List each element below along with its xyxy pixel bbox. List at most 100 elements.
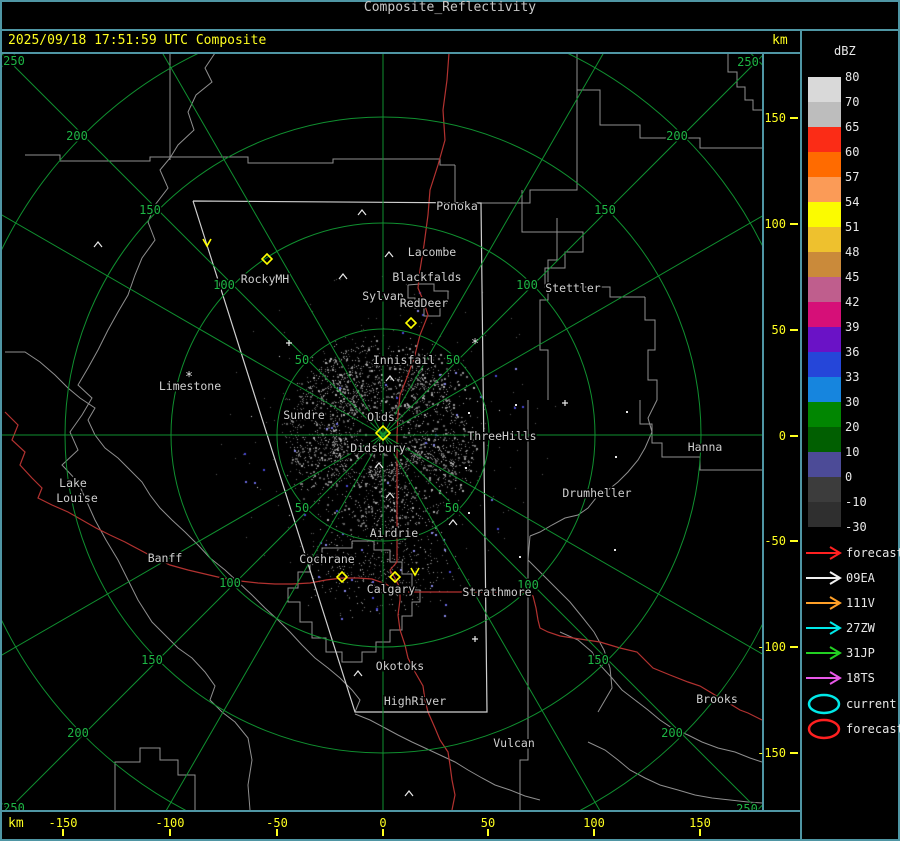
azimuth-spoke <box>162 54 384 436</box>
city-label: Sylvan <box>362 289 404 303</box>
caret-marker <box>374 462 384 469</box>
colorbar-level-label: 80 <box>845 70 860 84</box>
bottom-axis-tick-label: -150 <box>48 816 78 830</box>
city-label: Drumheller <box>562 486 631 500</box>
plus-marker <box>562 400 568 406</box>
right-axis-tick-label: 0 <box>778 429 786 443</box>
colorbar-level-label: 45 <box>845 270 860 284</box>
asterisk-marker: * <box>471 337 479 352</box>
colorbar-swatch <box>808 102 841 127</box>
colorbar-level-label: -10 <box>845 495 867 509</box>
panel-divider <box>800 29 802 841</box>
range-ring-label: 200 <box>661 726 683 740</box>
range-ring-label: 150 <box>141 653 163 667</box>
county-boundary-line <box>454 54 578 204</box>
range-ring-label: 100 <box>213 278 235 292</box>
colorbar-swatch <box>808 252 841 277</box>
caret-marker <box>357 209 367 216</box>
colorbar-level-label: 57 <box>845 170 860 184</box>
dot-marker <box>465 467 467 469</box>
right-axis-tick <box>790 540 798 542</box>
bottom-axis-tick-label: -50 <box>266 816 288 830</box>
city-label: ThreeHills <box>467 429 536 443</box>
city-label: Hanna <box>688 440 723 454</box>
colorbar-swatch <box>808 202 841 227</box>
city-label: Blackfalds <box>392 270 461 284</box>
bottom-axis-tick <box>382 829 384 836</box>
bottom-axis-tick <box>62 829 64 836</box>
storm-cell-check-marker <box>202 238 212 248</box>
right-axis-tick <box>790 646 798 648</box>
colorbar-level-label: 70 <box>845 95 860 109</box>
colorbar-swatch <box>808 277 841 302</box>
timestamp-label: 2025/09/18 17:51:59 UTC Composite <box>8 33 267 48</box>
colorbar-level-label: 0 <box>845 470 853 484</box>
azimuth-spoke <box>382 434 762 655</box>
caret-marker <box>385 375 395 382</box>
legend-item-label: current <box>846 697 897 711</box>
dot-marker <box>626 411 628 413</box>
colorbar-level-label: 60 <box>845 145 860 159</box>
dot-marker <box>615 456 617 458</box>
dot-marker <box>468 512 470 514</box>
legend-arrow-icon <box>804 595 844 615</box>
colorbar-level-label: 33 <box>845 370 860 384</box>
colorbar-level-label: 39 <box>845 320 860 334</box>
titlebar-divider <box>0 29 900 31</box>
legend-item-label: 31JP <box>846 646 875 660</box>
radar-map-viewport[interactable]: 50 50 50 50 100 100 100 100 150 150 150 150 200 200 20… <box>2 54 762 810</box>
colorbar-swatch <box>808 402 841 427</box>
legend-arrow-icon <box>804 570 844 590</box>
bottom-axis-unit-label: km <box>8 816 24 831</box>
right-axis-tick-label: 100 <box>764 217 786 231</box>
app-window: Composite_Reflectivity 2025/09/18 17:51:… <box>0 0 900 841</box>
right-axis-tick-label: -100 <box>757 640 786 654</box>
range-ring-label: 100 <box>219 576 241 590</box>
colorbar-level-label: 54 <box>845 195 860 209</box>
county-boundary-line <box>539 218 558 400</box>
caret-marker <box>384 251 394 258</box>
legend-item-label: 09EA <box>846 571 875 585</box>
colorbar-swatch <box>808 177 841 202</box>
range-ring-label: 250 <box>3 801 25 810</box>
bottom-axis-tick <box>276 829 278 836</box>
right-axis-tick-label: 50 <box>771 323 786 337</box>
city-label: Calgary <box>367 582 416 596</box>
dot-marker <box>468 412 470 414</box>
colorbar-level-label: 36 <box>845 345 860 359</box>
legend-ellipse-icon <box>804 693 844 719</box>
city-label: Didsbury <box>350 441 405 455</box>
city-label: Okotoks <box>376 659 424 673</box>
colorbar-level-label: 10 <box>845 445 860 459</box>
colorbar-swatch <box>808 352 841 377</box>
right-axis-tick <box>790 223 798 225</box>
map-overlay-layer: 50 5050 50100 100100 100150 150150 150200 20020… <box>2 54 762 810</box>
legend-arrow-icon <box>804 545 844 565</box>
colorbar-swatch <box>808 452 841 477</box>
city-label: RedDeer <box>400 296 449 310</box>
city-label: Vulcan <box>493 736 535 750</box>
bottom-axis-tick <box>593 829 595 836</box>
colorbar-level-label: 51 <box>845 220 860 234</box>
city-label: Louise <box>56 491 98 505</box>
bottom-axis-tick-label: 0 <box>379 816 387 830</box>
legend-item-label: 111V <box>846 596 875 610</box>
colorbar-swatch <box>808 227 841 252</box>
range-ring-label: 200 <box>666 129 688 143</box>
dot-marker <box>614 549 616 551</box>
range-ring-label: 50 <box>446 353 460 367</box>
city-label: Cochrane <box>299 552 354 566</box>
plus-marker <box>286 340 292 346</box>
colorbar-swatch <box>808 152 841 177</box>
range-ring-label: 250 <box>736 802 758 810</box>
city-label: Airdrie <box>370 526 419 540</box>
map-bottom-divider <box>0 810 800 812</box>
city-label: HighRiver <box>384 694 446 708</box>
azimuth-spoke <box>165 434 384 810</box>
colorbar-level-label: 20 <box>845 420 860 434</box>
colorbar-swatch <box>808 77 841 102</box>
range-ring-label: 100 <box>516 278 538 292</box>
right-axis-tick-label: 150 <box>764 111 786 125</box>
county-boundary-line <box>587 741 762 804</box>
city-label: Lacombe <box>408 245 457 259</box>
